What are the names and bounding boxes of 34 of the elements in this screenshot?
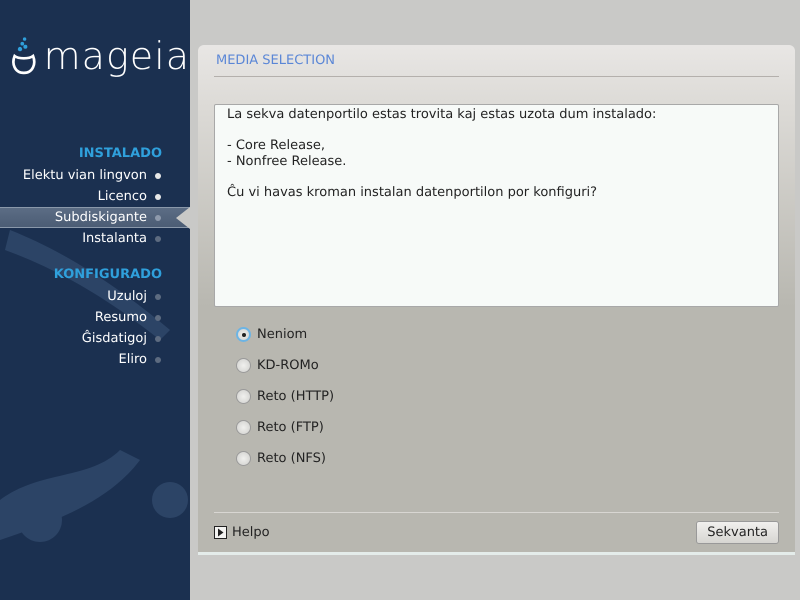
step-label: Instalanta: [82, 231, 147, 246]
help-button[interactable]: Helpo: [214, 525, 270, 540]
step-label: Eliro: [118, 352, 147, 367]
radio-option[interactable]: Neniom: [236, 323, 308, 346]
message-line: Ĉu vi havas kroman instalan datenportilon por konfiguri?: [227, 184, 598, 200]
radio-option[interactable]: Reto (FTP): [236, 416, 324, 439]
step-label: Licenco: [98, 189, 147, 204]
message-line: La sekva datenportilo estas trovita kaj estas uzota dum instalado:: [227, 107, 658, 122]
step-label: Subdiskigante: [54, 210, 147, 225]
message-line: - Core Release,: [227, 138, 326, 154]
radio-button[interactable]: [236, 327, 251, 342]
option-label: Reto (HTTP): [257, 389, 334, 404]
radio-button[interactable]: [236, 420, 251, 435]
radio-button[interactable]: [236, 389, 251, 404]
expander-icon: [214, 526, 227, 539]
step-label: Elektu vian lingvon: [22, 168, 147, 183]
radio-option[interactable]: KD-ROMo: [236, 354, 319, 377]
radio-option[interactable]: Reto (HTTP): [236, 385, 334, 408]
next-button[interactable]: Sekvanta: [696, 521, 779, 544]
option-label: Reto (FTP): [257, 420, 324, 435]
step-label: Resumo: [94, 310, 147, 325]
message-line: - Nonfree Release.: [227, 154, 348, 169]
step-label: Uzuloj: [107, 289, 147, 304]
logo-text: mageia: [44, 37, 190, 75]
radio-button[interactable]: [236, 451, 251, 466]
radio-button[interactable]: [236, 358, 251, 373]
panel-title: MEDIA SELECTION: [214, 45, 779, 77]
section-heading: KONFIGURADO: [52, 267, 163, 282]
step-label: Ĝisdatigoj: [82, 331, 147, 346]
radio-option[interactable]: Reto (NFS): [236, 447, 326, 470]
option-label: KD-ROMo: [257, 358, 319, 373]
option-label: Neniom: [257, 327, 308, 342]
section-heading: INSTALADO: [78, 146, 163, 161]
option-label: Reto (NFS): [257, 451, 326, 466]
